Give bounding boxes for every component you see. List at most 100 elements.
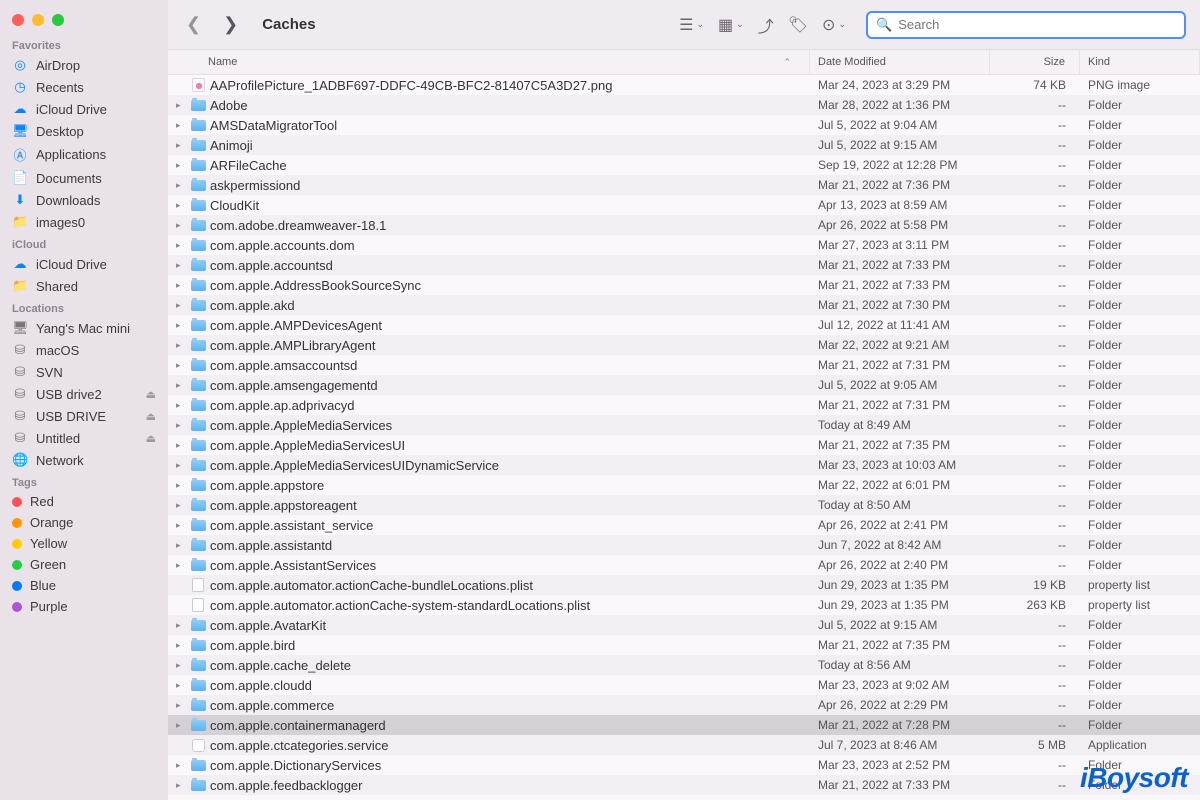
sidebar-item[interactable]: 📁Shared [0, 275, 168, 297]
disclosure-icon[interactable]: ▸ [176, 300, 186, 311]
disclosure-icon[interactable]: ▸ [176, 280, 186, 291]
disclosure-icon[interactable]: ▸ [176, 780, 186, 791]
close-window-button[interactable] [12, 14, 24, 26]
sidebar-item[interactable]: 🌐Network [0, 449, 168, 471]
sidebar-item[interactable]: ◷Recents [0, 76, 168, 98]
group-button[interactable]: ▦ ⌄ [718, 15, 744, 35]
disclosure-icon[interactable]: ▸ [176, 500, 186, 511]
column-name[interactable]: Name⌃ [168, 50, 810, 74]
disclosure-icon[interactable]: ▸ [176, 420, 186, 431]
sidebar-item[interactable]: ⛁Untitled⏏ [0, 427, 168, 449]
file-row[interactable]: ▸AAProfilePicture_1ADBF697-DDFC-49CB-BFC… [168, 75, 1200, 95]
file-row[interactable]: ▸com.apple.automator.actionCache-system-… [168, 595, 1200, 615]
search-input[interactable] [898, 17, 1176, 32]
minimize-window-button[interactable] [32, 14, 44, 26]
disclosure-icon[interactable]: ▸ [176, 100, 186, 111]
file-row[interactable]: ▸com.apple.automator.actionCache-bundleL… [168, 575, 1200, 595]
file-row[interactable]: ▸com.apple.AppleMediaServicesUIDynamicSe… [168, 455, 1200, 475]
file-row[interactable]: ▸com.apple.cache_deleteToday at 8:56 AM-… [168, 655, 1200, 675]
disclosure-icon[interactable]: ▸ [176, 700, 186, 711]
sidebar-item[interactable]: 🖥Desktop [0, 120, 168, 142]
sidebar-item[interactable]: Red [0, 491, 168, 512]
eject-icon[interactable]: ⏏ [146, 432, 156, 445]
eject-icon[interactable]: ⏏ [146, 388, 156, 401]
disclosure-icon[interactable]: ▸ [176, 660, 186, 671]
fullscreen-window-button[interactable] [52, 14, 64, 26]
disclosure-icon[interactable]: ▸ [176, 720, 186, 731]
file-row[interactable]: ▸CloudKitApr 13, 2023 at 8:59 AM--Folder [168, 195, 1200, 215]
sidebar-item[interactable]: Yellow [0, 533, 168, 554]
disclosure-icon[interactable]: ▸ [176, 400, 186, 411]
file-row[interactable]: ▸com.apple.accountsdMar 21, 2022 at 7:33… [168, 255, 1200, 275]
file-row[interactable]: ▸com.apple.commerceApr 26, 2022 at 2:29 … [168, 695, 1200, 715]
disclosure-icon[interactable]: ▸ [176, 640, 186, 651]
disclosure-icon[interactable]: ▸ [176, 120, 186, 131]
file-row[interactable]: ▸com.apple.amsaccountsdMar 21, 2022 at 7… [168, 355, 1200, 375]
file-row[interactable]: ▸AnimojiJul 5, 2022 at 9:15 AM--Folder [168, 135, 1200, 155]
file-row[interactable]: ▸com.apple.AMPLibraryAgentMar 22, 2022 a… [168, 335, 1200, 355]
disclosure-icon[interactable]: ▸ [176, 620, 186, 631]
tags-button[interactable]: 🏷 [788, 15, 808, 35]
disclosure-icon[interactable]: ▸ [176, 340, 186, 351]
disclosure-icon[interactable]: ▸ [176, 760, 186, 771]
sidebar-item[interactable]: Orange [0, 512, 168, 533]
disclosure-icon[interactable]: ▸ [176, 260, 186, 271]
file-row[interactable]: ▸com.apple.amsengagementdJul 5, 2022 at … [168, 375, 1200, 395]
disclosure-icon[interactable]: ▸ [176, 540, 186, 551]
sidebar-item[interactable]: ⬇Downloads [0, 189, 168, 211]
share-button[interactable]: ⤴ [758, 13, 774, 37]
column-size[interactable]: Size [990, 50, 1080, 74]
file-row[interactable]: ▸com.apple.accounts.domMar 27, 2023 at 3… [168, 235, 1200, 255]
disclosure-icon[interactable]: ▸ [176, 560, 186, 571]
file-row[interactable]: ▸AdobeMar 28, 2022 at 1:36 PM--Folder [168, 95, 1200, 115]
disclosure-icon[interactable]: ▸ [176, 140, 186, 151]
file-row[interactable]: ▸AMSDataMigratorToolJul 5, 2022 at 9:04 … [168, 115, 1200, 135]
view-list-button[interactable]: ☰ ⌄ [679, 15, 704, 35]
disclosure-icon[interactable]: ▸ [176, 380, 186, 391]
sidebar-item[interactable]: 📁images0 [0, 211, 168, 233]
eject-icon[interactable]: ⏏ [146, 410, 156, 423]
sidebar-item[interactable]: ⛁USB DRIVE⏏ [0, 405, 168, 427]
file-row[interactable]: ▸com.apple.appstoreagentToday at 8:50 AM… [168, 495, 1200, 515]
file-row[interactable]: ▸com.apple.ap.adprivacydMar 21, 2022 at … [168, 395, 1200, 415]
file-row[interactable]: ▸com.apple.birdMar 21, 2022 at 7:35 PM--… [168, 635, 1200, 655]
disclosure-icon[interactable]: ▸ [176, 460, 186, 471]
file-row[interactable]: ▸com.apple.AppleMediaServicesToday at 8:… [168, 415, 1200, 435]
sidebar-item[interactable]: Purple [0, 596, 168, 617]
disclosure-icon[interactable]: ▸ [176, 220, 186, 231]
disclosure-icon[interactable]: ▸ [176, 520, 186, 531]
file-row[interactable]: ▸com.apple.assistant_serviceApr 26, 2022… [168, 515, 1200, 535]
sidebar-item[interactable]: Blue [0, 575, 168, 596]
search-field[interactable]: 🔍 [866, 11, 1186, 39]
file-row[interactable]: ▸askpermissiondMar 21, 2022 at 7:36 PM--… [168, 175, 1200, 195]
sidebar-item[interactable]: Green [0, 554, 168, 575]
file-row[interactable]: ▸com.apple.assistantdJun 7, 2022 at 8:42… [168, 535, 1200, 555]
disclosure-icon[interactable]: ▸ [176, 480, 186, 491]
file-row[interactable]: ▸com.apple.AppleMediaServicesUIMar 21, 2… [168, 435, 1200, 455]
sidebar-item[interactable]: ⛁USB drive2⏏ [0, 383, 168, 405]
disclosure-icon[interactable]: ▸ [176, 180, 186, 191]
file-row[interactable]: ▸com.apple.AMPDevicesAgentJul 12, 2022 a… [168, 315, 1200, 335]
sidebar-item[interactable]: ⛁macOS [0, 339, 168, 361]
file-row[interactable]: ▸com.apple.clouddMar 23, 2023 at 9:02 AM… [168, 675, 1200, 695]
more-button[interactable]: ⊙ ⌄ [822, 15, 846, 35]
column-kind[interactable]: Kind [1080, 50, 1200, 74]
column-date[interactable]: Date Modified [810, 50, 990, 74]
disclosure-icon[interactable]: ▸ [176, 240, 186, 251]
disclosure-icon[interactable]: ▸ [176, 440, 186, 451]
file-row[interactable]: ▸com.apple.AssistantServicesApr 26, 2022… [168, 555, 1200, 575]
sidebar-item[interactable]: ☁iCloud Drive [0, 253, 168, 275]
back-button[interactable]: ❮ [182, 14, 205, 35]
sidebar-item[interactable]: 📄Documents [0, 167, 168, 189]
disclosure-icon[interactable]: ▸ [176, 160, 186, 171]
file-row[interactable]: ▸com.apple.containermanagerdMar 21, 2022… [168, 715, 1200, 735]
disclosure-icon[interactable]: ▸ [176, 680, 186, 691]
file-row[interactable]: ▸com.apple.AddressBookSourceSyncMar 21, … [168, 275, 1200, 295]
disclosure-icon[interactable]: ▸ [176, 320, 186, 331]
file-row[interactable]: ▸ARFileCacheSep 19, 2022 at 12:28 PM--Fo… [168, 155, 1200, 175]
file-row[interactable]: ▸com.apple.feedbackloggerMar 21, 2022 at… [168, 775, 1200, 795]
file-row[interactable]: ▸com.apple.akdMar 21, 2022 at 7:30 PM--F… [168, 295, 1200, 315]
file-row[interactable]: ▸com.apple.DictionaryServicesMar 23, 202… [168, 755, 1200, 775]
sidebar-item[interactable]: 🖥Yang's Mac mini [0, 317, 168, 339]
sidebar-item[interactable]: ◎AirDrop [0, 54, 168, 76]
